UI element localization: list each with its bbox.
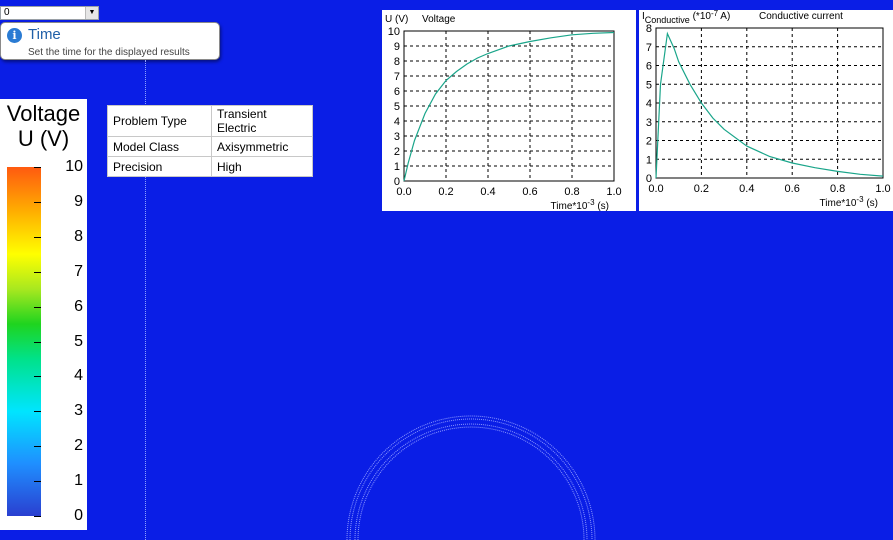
legend-label: 2 (74, 437, 83, 455)
y-tick-label: 10 (388, 26, 400, 38)
y-tick-label: 1 (394, 161, 400, 173)
legend-label: 7 (74, 262, 83, 280)
legend-label: 6 (74, 297, 83, 315)
y-tick-label: 7 (394, 71, 400, 83)
legend-tick (34, 516, 41, 517)
x-tick-label: 0.0 (396, 186, 411, 198)
model-outer-arc (346, 415, 596, 540)
legend-tick (34, 411, 41, 413)
legend-label: 3 (74, 402, 83, 420)
y-tick-label: 5 (394, 101, 400, 113)
model-outer-arc-2 (349, 418, 593, 540)
legend-tick (34, 446, 41, 448)
y-tick-label: 3 (646, 117, 652, 129)
legend-label: 5 (74, 332, 83, 350)
y-tick-label: 4 (646, 98, 652, 110)
legend-label: 8 (74, 227, 83, 245)
y-tick-label: 7 (646, 42, 652, 54)
x-tick-label: 0.0 (648, 183, 663, 195)
x-tick-label: 0.4 (480, 186, 495, 198)
legend-label: 10 (65, 158, 83, 175)
legend-tick (34, 167, 41, 168)
legend-label: 0 (74, 507, 83, 524)
x-axis-label: Time*10-3 (s) (551, 198, 609, 211)
x-tick-label: 0.8 (830, 183, 845, 195)
legend-tick (34, 341, 41, 343)
problem-properties-table: Problem Type Transient Electric Model Clas… (107, 105, 313, 177)
property-value: High (211, 156, 313, 177)
chart-title: Voltage (422, 14, 456, 25)
x-tick-label: 0.8 (564, 186, 579, 198)
model-inner-arc (354, 423, 588, 540)
y-tick-label: 2 (394, 146, 400, 158)
x-tick-label: 0.2 (438, 186, 453, 198)
current-chart[interactable]: 0 1 2 3 4 5 6 7 8 0.0 0.2 0.4 0.6 0.8 1.0 Time*10-3 (s)… (639, 9, 893, 211)
y-tick-label: 4 (394, 116, 400, 128)
legend-title: Voltage (6, 101, 81, 126)
y-tick-label: 2 (646, 136, 652, 148)
legend-label: 9 (74, 192, 83, 210)
y-tick-label: 6 (646, 61, 652, 73)
series-line (655, 31, 884, 179)
y-tick-label: 6 (394, 86, 400, 98)
property-value: Transient Electric (211, 105, 313, 137)
chart-title: Conductive current (759, 11, 843, 22)
x-tick-label: 0.6 (785, 183, 800, 195)
legend-tick (34, 236, 41, 238)
voltage-chart-svg: 0123456789100.0 0.2 0.4 0.6 0.8 1.0Time*10-3 … (385, 14, 622, 212)
legend-tick (34, 376, 41, 378)
voltage-chart[interactable]: 0 1 2 3 4 5 6 7 8 9 10 0.0 0.2 0.4 0.6 0.8 1.0 Time*10-3 … (382, 10, 636, 212)
property-key: Precision (107, 156, 212, 177)
x-tick-label: 0.2 (694, 183, 709, 195)
x-axis-label: Time*10-3 (s) (820, 195, 878, 209)
legend-tick (34, 201, 41, 203)
legend-label: 1 (74, 472, 83, 490)
y-tick-label: 9 (394, 41, 400, 53)
x-tick-label: 1.0 (875, 183, 890, 195)
x-tick-label: 1.0 (606, 186, 621, 198)
property-key: Problem Type (107, 105, 212, 137)
property-row: Problem Type Transient Electric (107, 105, 313, 137)
y-axis-label: U (V) (385, 14, 408, 25)
legend-unit: U (V) (17, 126, 70, 151)
y-tick-label: 3 (394, 131, 400, 143)
y-tick-label: 8 (394, 56, 400, 68)
current-chart-svg: 0123456780.0 0.2 0.4 0.6 0.8 1.0Time*10-3 (s)… (642, 9, 891, 209)
property-key: Model Class (107, 136, 212, 157)
property-row: Precision High (107, 156, 313, 177)
y-tick-label: 5 (646, 79, 652, 91)
legend-tick (34, 306, 41, 308)
legend-tick (34, 271, 41, 273)
x-tick-label: 0.6 (522, 186, 537, 198)
color-legend: Voltage U (V) 10 9 8 7 6 5 4 3 2 1 0 (0, 99, 87, 530)
property-value: Axisymmetric (211, 136, 313, 157)
x-tick-label: 0.4 (739, 183, 754, 195)
y-tick-label: 1 (646, 154, 652, 166)
y-axis-label: IConductive (*10-7 A) (642, 10, 730, 25)
property-row: Model Class Axisymmetric (107, 136, 313, 157)
series-line (403, 31, 615, 182)
legend-tick (34, 481, 41, 483)
legend-label: 4 (74, 367, 83, 385)
